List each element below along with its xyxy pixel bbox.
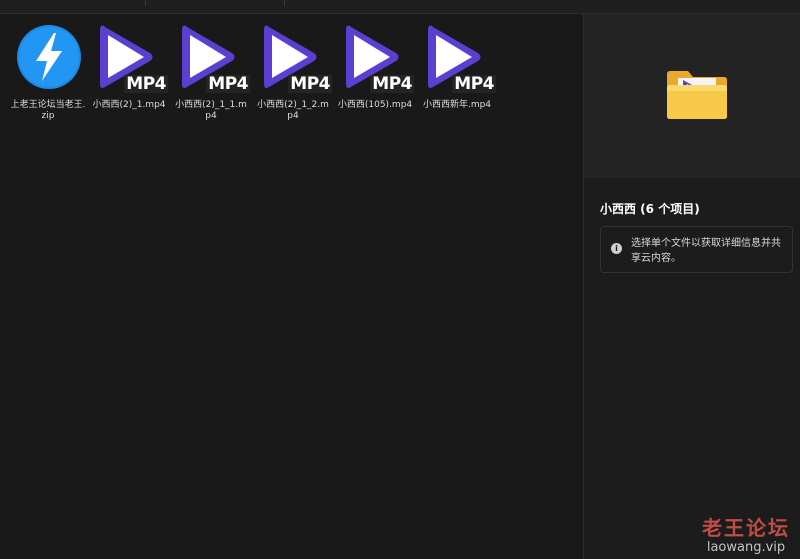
title-bar-separator	[284, 0, 285, 6]
bandizip-zip-icon	[17, 22, 81, 96]
file-list-pane[interactable]: 上老王论坛当老王.zip MP4 小西西(2)_1.mp4 MP4 小西西(2)…	[0, 14, 583, 559]
file-item-mp4[interactable]: MP4 小西西(2)_1.mp4	[91, 22, 168, 122]
mp4-video-icon: MP4	[264, 22, 332, 96]
mp4-badge: MP4	[452, 74, 496, 94]
folder-icon	[667, 71, 727, 119]
file-name: 小西西(2)_1_2.mp4	[257, 100, 329, 121]
details-pane: 小西西 (6 个项目) i 选择单个文件以获取详细信息并共享云内容。	[584, 14, 800, 559]
watermark-en: laowang.vip	[706, 540, 786, 555]
title-bar	[0, 0, 800, 14]
file-item-mp4[interactable]: MP4 小西西(105).mp4	[337, 22, 414, 122]
details-info-text: 选择单个文件以获取详细信息并共享云内容。	[631, 238, 781, 264]
file-item-zip[interactable]: 上老王论坛当老王.zip	[10, 22, 86, 122]
mp4-video-icon: MP4	[428, 22, 496, 96]
watermark-cn: 老王论坛	[702, 516, 790, 540]
mp4-video-icon: MP4	[182, 22, 250, 96]
details-preview	[584, 14, 800, 178]
details-info-box: i 选择单个文件以获取详细信息并共享云内容。	[600, 226, 793, 273]
file-item-mp4[interactable]: MP4 小西西(2)_1_1.mp4	[173, 22, 250, 122]
file-name: 上老王论坛当老王.zip	[10, 100, 86, 121]
file-item-mp4[interactable]: MP4 小西西(2)_1_2.mp4	[255, 22, 332, 122]
mp4-badge: MP4	[370, 74, 414, 94]
title-bar-separator	[145, 0, 146, 6]
file-name: 小西西(2)_1_1.mp4	[175, 100, 247, 121]
info-icon: i	[611, 243, 622, 254]
file-name: 小西西(2)_1.mp4	[92, 100, 166, 110]
mp4-video-icon: MP4	[100, 22, 168, 96]
file-item-mp4[interactable]: MP4 小西西新年.mp4	[419, 22, 496, 122]
watermark: 老王论坛 laowang.vip	[702, 516, 790, 555]
file-name: 小西西(105).mp4	[337, 100, 413, 110]
file-name: 小西西新年.mp4	[422, 100, 492, 110]
mp4-badge: MP4	[288, 74, 332, 94]
mp4-badge: MP4	[124, 74, 168, 94]
mp4-badge: MP4	[206, 74, 250, 94]
details-title: 小西西 (6 个项目)	[600, 202, 700, 216]
mp4-video-icon: MP4	[346, 22, 414, 96]
